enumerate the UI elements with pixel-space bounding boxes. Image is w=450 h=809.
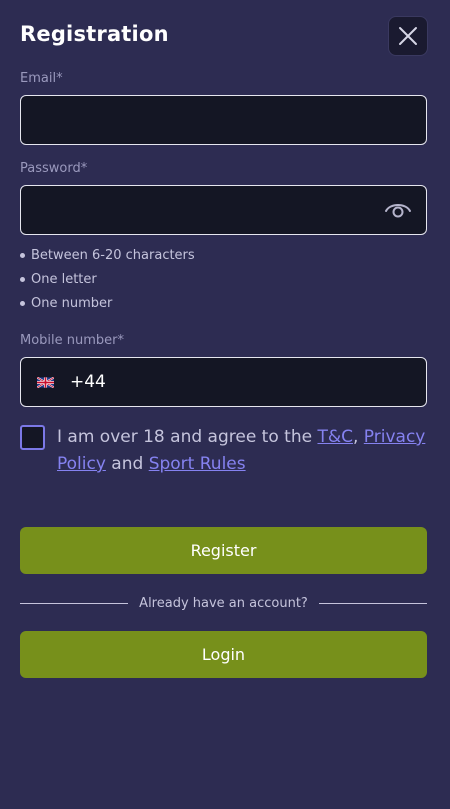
- password-rule: One number: [20, 291, 195, 315]
- email-field-wrapper: [20, 95, 427, 145]
- email-label: Email*: [20, 71, 63, 86]
- email-field[interactable]: [21, 96, 426, 144]
- registration-page: Registration Email* Password* Between 6-…: [0, 0, 450, 809]
- password-rules: Between 6-20 characters One letter One n…: [20, 243, 195, 315]
- password-label: Password*: [20, 161, 88, 176]
- password-rule-text: Between 6-20 characters: [31, 247, 195, 263]
- consent-prefix: I am over 18 and agree to the: [57, 427, 318, 447]
- consent-and: and: [105, 454, 149, 474]
- eye-icon[interactable]: [384, 198, 412, 222]
- password-rule: One letter: [20, 267, 195, 291]
- bullet-icon: [20, 276, 25, 282]
- mobile-label: Mobile number*: [20, 333, 125, 348]
- age-consent-checkbox[interactable]: [20, 425, 45, 450]
- page-title: Registration: [20, 22, 169, 46]
- password-field-wrapper: [20, 185, 427, 235]
- consent-separator: ,: [352, 427, 364, 447]
- sport-rules-link[interactable]: Sport Rules: [149, 454, 246, 474]
- register-button[interactable]: Register: [20, 527, 427, 574]
- close-button[interactable]: [388, 16, 428, 56]
- dial-code: +44: [70, 372, 106, 392]
- close-icon: [399, 27, 417, 45]
- bullet-icon: [20, 300, 25, 306]
- login-divider: Already have an account?: [20, 592, 428, 614]
- uk-flag-icon[interactable]: [37, 376, 54, 388]
- divider-line: [20, 602, 129, 604]
- mobile-field[interactable]: +44: [20, 357, 427, 407]
- consent-text: I am over 18 and agree to the T&C, Priva…: [57, 424, 427, 478]
- password-rule: Between 6-20 characters: [20, 243, 195, 267]
- password-rule-text: One letter: [31, 271, 97, 287]
- bullet-icon: [20, 252, 25, 258]
- divider-text: Already have an account?: [139, 595, 308, 611]
- divider-line: [318, 602, 428, 604]
- login-button[interactable]: Login: [20, 631, 427, 678]
- password-field[interactable]: [21, 186, 426, 234]
- password-rule-text: One number: [31, 295, 113, 311]
- tc-link[interactable]: T&C: [317, 427, 353, 447]
